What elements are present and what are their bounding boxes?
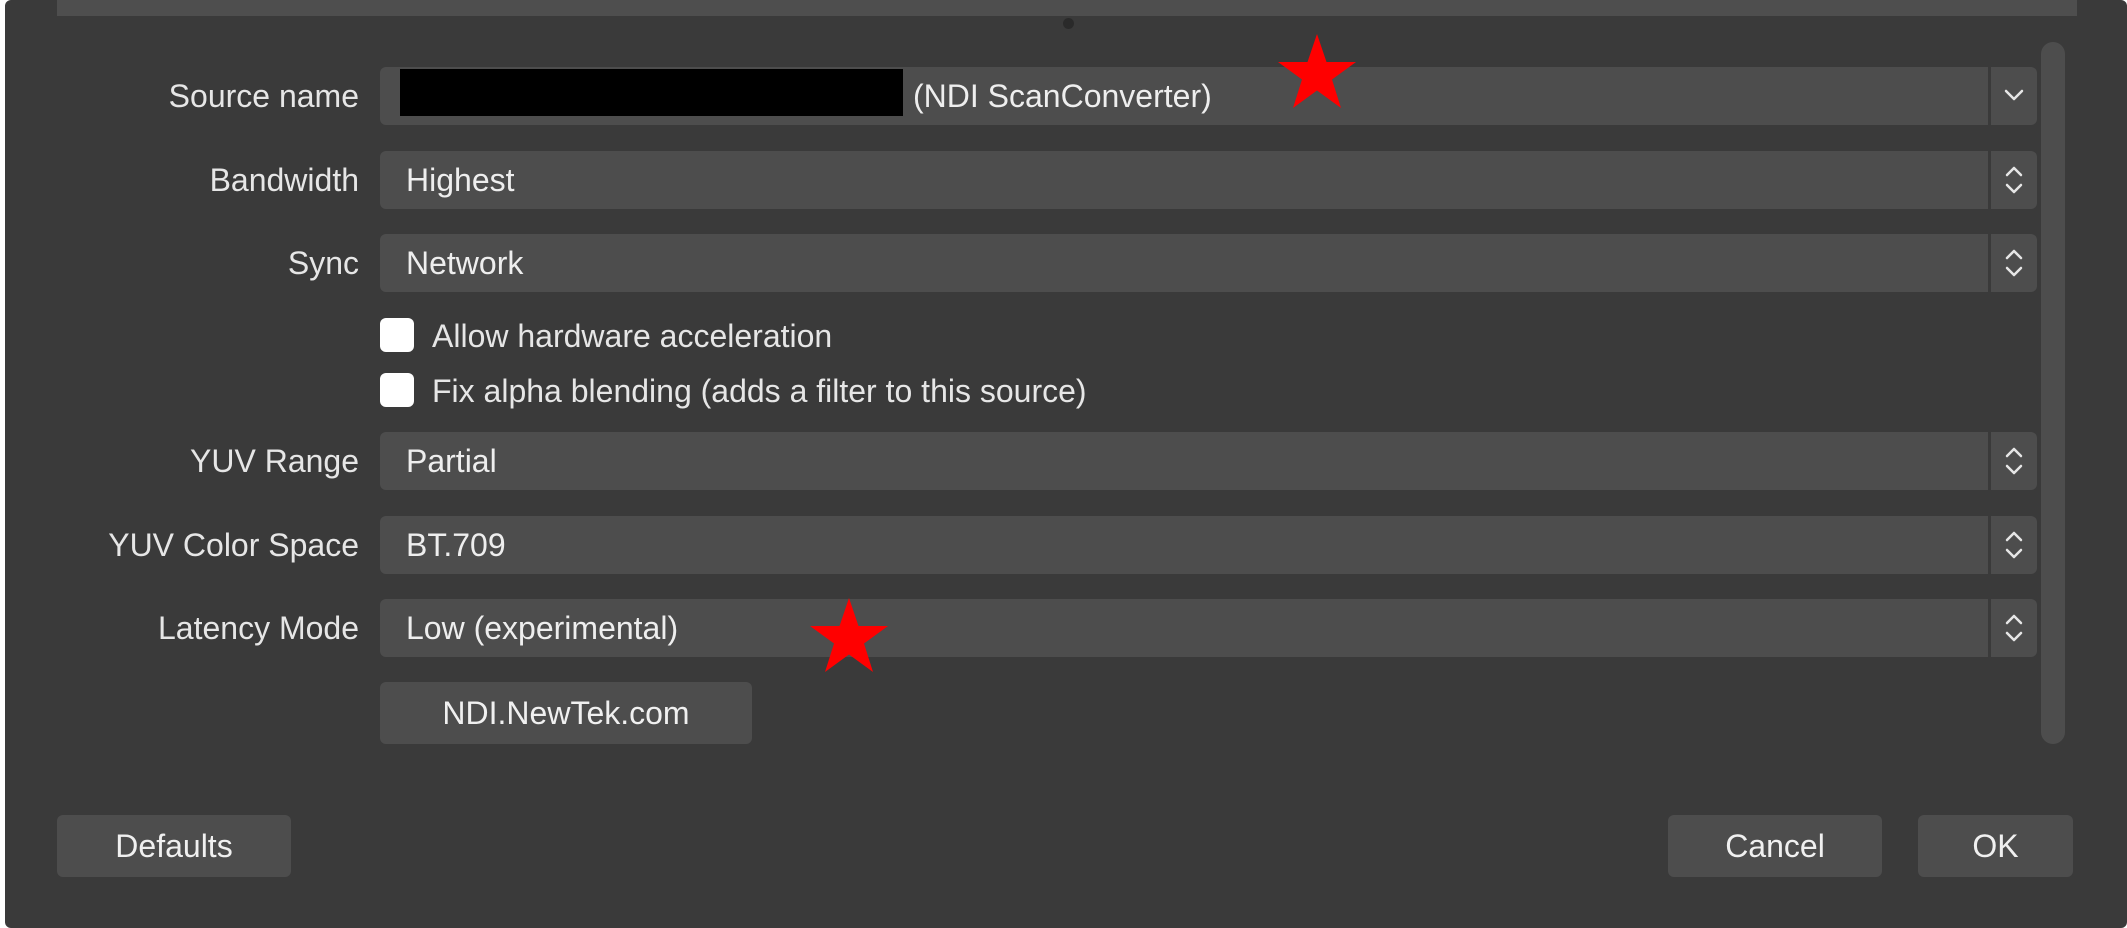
up-down-stepper-icon (2005, 614, 2023, 642)
alpha-blending-label: Fix alpha blending (adds a filter to thi… (432, 373, 1087, 409)
alpha-blending-checkbox[interactable] (380, 373, 414, 407)
cancel-button[interactable]: Cancel (1668, 815, 1882, 877)
yuv-color-space-select[interactable]: BT.709 (380, 516, 2037, 574)
yuv-color-space-label: YUV Color Space (108, 527, 359, 563)
ndi-source-properties-dialog: Source name (NDI ScanConverter) Bandwidt… (5, 0, 2127, 928)
dropdown-toggle[interactable] (1988, 67, 2037, 125)
up-down-stepper-icon (2005, 531, 2023, 559)
latency-mode-stepper[interactable] (1988, 599, 2037, 657)
latency-mode-label: Latency Mode (157, 610, 359, 646)
defaults-button[interactable]: Defaults (57, 815, 291, 877)
hardware-acceleration-checkbox[interactable] (380, 318, 414, 352)
star-icon (1278, 34, 1356, 108)
yuv-range-select[interactable]: Partial (380, 432, 2037, 490)
source-name-dropdown[interactable]: (NDI ScanConverter) (380, 67, 2037, 125)
ok-button[interactable]: OK (1918, 815, 2073, 877)
hardware-acceleration-label: Allow hardware acceleration (432, 318, 833, 354)
yuv-range-stepper[interactable] (1988, 432, 2037, 490)
star-icon (810, 598, 888, 672)
bandwidth-select[interactable]: Highest (380, 151, 2037, 209)
ndi-website-button[interactable]: NDI.NewTek.com (380, 682, 752, 744)
bandwidth-label: Bandwidth (209, 162, 359, 198)
bandwidth-value: Highest (406, 162, 515, 198)
latency-mode-select[interactable]: Low (experimental) (380, 599, 2037, 657)
source-name-label: Source name (168, 78, 359, 114)
bandwidth-stepper[interactable] (1988, 151, 2037, 209)
up-down-stepper-icon (2005, 166, 2023, 194)
yuv-range-value: Partial (406, 443, 497, 479)
up-down-stepper-icon (2005, 447, 2023, 475)
resize-grip (1063, 18, 1074, 29)
sync-select[interactable]: Network (380, 234, 2037, 292)
yuv-range-label: YUV Range (190, 443, 359, 479)
redacted-block (400, 69, 903, 116)
sync-stepper[interactable] (1988, 234, 2037, 292)
chevron-down-icon (2004, 89, 2024, 101)
yuv-color-space-stepper[interactable] (1988, 516, 2037, 574)
sync-value: Network (406, 245, 524, 281)
up-down-stepper-icon (2005, 249, 2023, 277)
latency-mode-value: Low (experimental) (406, 610, 679, 646)
top-edge (57, 0, 2077, 16)
source-name-value: (NDI ScanConverter) (913, 78, 1212, 114)
sync-label: Sync (287, 245, 359, 281)
yuv-color-space-value: BT.709 (406, 527, 506, 563)
vertical-scrollbar[interactable] (2041, 42, 2065, 744)
